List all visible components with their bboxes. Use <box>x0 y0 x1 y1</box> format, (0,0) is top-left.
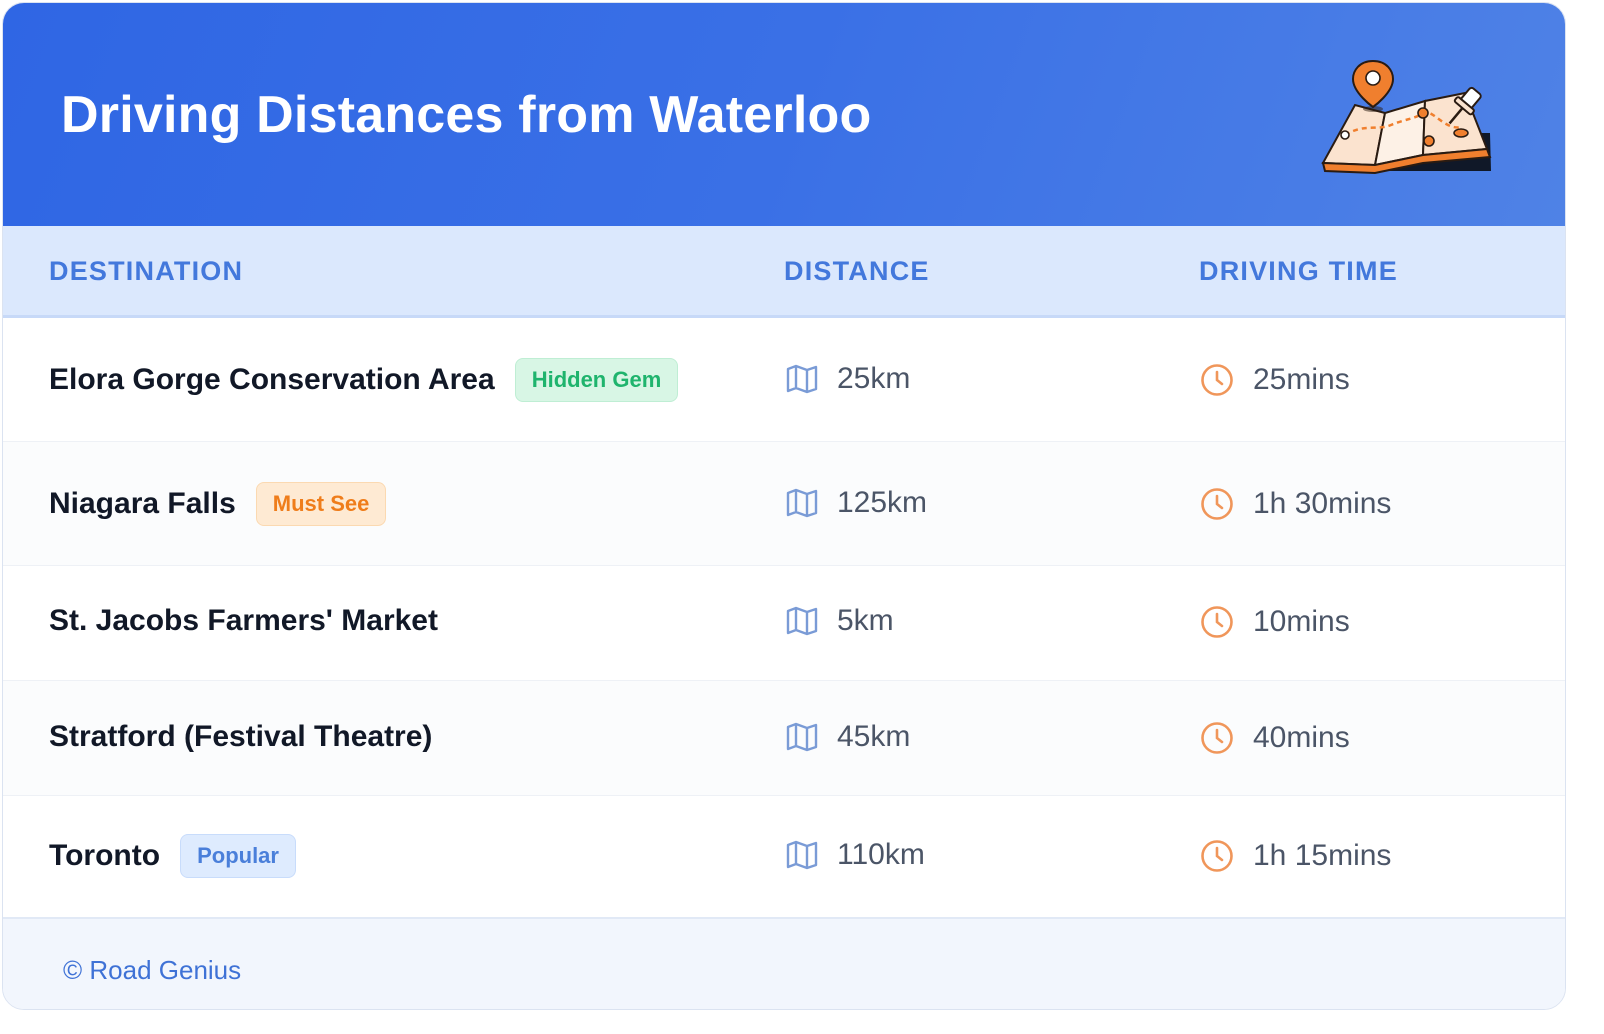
distance-cell: 110km <box>785 838 925 872</box>
table-header: DESTINATION DISTANCE DRIVING TIME <box>3 226 1565 318</box>
time-cell: 10mins <box>1199 604 1350 640</box>
badge-popular: Popular <box>180 834 296 878</box>
distance-value: 45km <box>837 720 911 753</box>
table-row: Niagara Falls Must See 125km 1h 30mins <box>3 442 1565 566</box>
table-row: Toronto Popular 110km 1h 15mins <box>3 796 1565 917</box>
clock-icon <box>1201 364 1233 396</box>
footer-credit[interactable]: © Road Genius <box>63 955 241 986</box>
badge-must-see: Must See <box>255 482 387 526</box>
badge-hidden-gem: Hidden Gem <box>514 358 679 402</box>
table-row: St. Jacobs Farmers' Market 5km 10mins <box>3 566 1565 681</box>
distance-value: 110km <box>837 838 925 871</box>
time-cell: 40mins <box>1199 720 1350 756</box>
map-icon <box>786 488 818 518</box>
card-footer: © Road Genius <box>3 917 1565 1009</box>
destination-name: Niagara Falls <box>49 487 236 520</box>
map-icon <box>786 606 818 636</box>
map-icon <box>786 840 818 870</box>
destination-cell: Elora Gorge Conservation Area Hidden Gem <box>49 358 679 402</box>
table-row: Elora Gorge Conservation Area Hidden Gem… <box>3 318 1565 442</box>
distance-cell: 45km <box>785 720 910 754</box>
time-value: 1h 30mins <box>1253 487 1392 520</box>
clock-icon <box>1201 606 1233 638</box>
time-cell: 25mins <box>1199 362 1350 398</box>
destination-name: St. Jacobs Farmers' Market <box>49 604 438 637</box>
destination-cell: Toronto Popular <box>49 834 296 878</box>
time-value: 40mins <box>1253 721 1350 754</box>
destination-cell: Stratford (Festival Theatre) <box>49 720 432 754</box>
distance-cell: 5km <box>785 604 894 638</box>
clock-icon <box>1201 488 1233 520</box>
distance-value: 125km <box>837 486 928 519</box>
table-row: Stratford (Festival Theatre) 45km 40mins <box>3 681 1565 796</box>
map-icon <box>786 364 818 394</box>
map-icon <box>786 722 818 752</box>
distance-cell: 125km <box>785 486 927 520</box>
clock-icon <box>1201 722 1233 754</box>
destination-cell: Niagara Falls Must See <box>49 482 387 526</box>
destination-name: Toronto <box>49 839 161 872</box>
distance-card: Driving Distances from Waterloo DESTINAT… <box>2 2 1566 1010</box>
time-value: 10mins <box>1253 605 1350 638</box>
clock-icon <box>1201 840 1233 872</box>
map-with-pins-icon <box>1321 59 1492 175</box>
distance-value: 5km <box>837 604 894 637</box>
time-value: 25mins <box>1253 363 1350 396</box>
destination-name: Stratford (Festival Theatre) <box>49 720 433 753</box>
column-header-destination[interactable]: DESTINATION <box>49 256 243 287</box>
time-value: 1h 15mins <box>1253 839 1392 872</box>
column-header-driving-time[interactable]: DRIVING TIME <box>1199 256 1398 287</box>
destination-name: Elora Gorge Conservation Area <box>49 363 495 396</box>
page-title: Driving Distances from Waterloo <box>61 86 872 144</box>
column-header-distance[interactable]: DISTANCE <box>784 256 930 287</box>
card-header: Driving Distances from Waterloo <box>3 3 1565 226</box>
destination-cell: St. Jacobs Farmers' Market <box>49 604 438 638</box>
time-cell: 1h 30mins <box>1199 486 1391 522</box>
distance-value: 25km <box>837 362 911 395</box>
time-cell: 1h 15mins <box>1199 838 1391 874</box>
distance-cell: 25km <box>785 362 910 396</box>
